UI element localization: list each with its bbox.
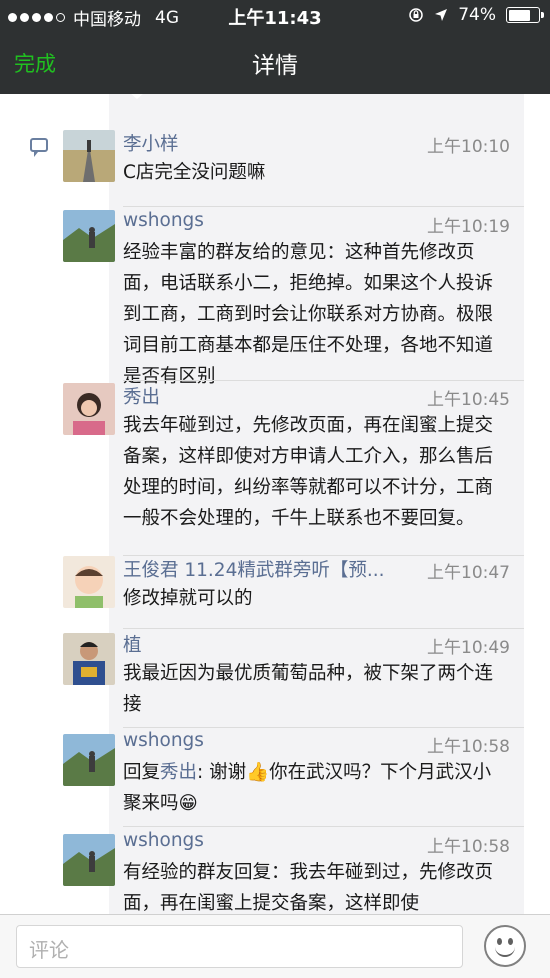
comment-text: 有经验的群友回复：我去年碰到过，先修改页面，再在闺蜜上提交备案，这样即使 [123,862,494,914]
comment-item[interactable]: wshongs 上午10:58 有经验的群友回复：我去年碰到过，先修改页面，再在… [63,830,524,914]
avatar[interactable] [63,130,115,182]
comment-input[interactable]: 评论 [16,925,463,968]
comment-text: 回复秀出: 谢谢👍你在武汉吗？下个月武汉小聚来吗😁 [123,757,503,819]
reply-prefix: 回复 [123,762,161,783]
comment-time: 上午10:10 [427,137,510,157]
comment-item[interactable]: wshongs 上午10:19 经验丰富的群友给的意见：这种首先修改页面，电话联… [63,210,524,387]
comment-divider [123,380,524,381]
comment-text: C店完全没问题嘛 [123,162,266,183]
battery-icon [506,7,544,23]
emoji-smile-icon[interactable] [484,925,526,967]
status-bar: 中国移动 4G 上午11:43 74% [0,0,550,30]
battery-fill [508,9,530,21]
comment-text: 我去年碰到过，先修改页面，再在闺蜜上提交备案，这样即使对方申请人工介入，那么售后… [123,415,494,529]
comment-divider [123,727,524,728]
avatar[interactable] [63,556,115,608]
comment-text: 修改掉就可以的 [123,588,253,609]
avatar[interactable] [63,383,115,435]
rotation-lock-icon [409,8,423,22]
avatar[interactable] [63,633,115,685]
nav-bar: 完成 详情 [0,30,550,94]
comment-divider [123,206,524,207]
comment-text: 我最近因为最优质葡萄品种，被下架了两个连接 [123,663,494,715]
comment-bar: 评论 [0,914,550,978]
status-right: 74% [408,5,544,25]
comments-area[interactable]: 李小样 上午10:10 C店完全没问题嘛 wshongs 上午10:19 经验丰… [0,94,550,914]
comment-time: 上午10:19 [427,217,510,237]
comment-author[interactable]: 秀出 [123,383,160,409]
comment-text: 经验丰富的群友给的意见：这种首先修改页面，电话联系小二，拒绝掉。如果这个人投诉到… [123,242,494,387]
reply-to-user[interactable]: 秀出 [160,762,197,783]
comment-author[interactable]: 李小样 [123,130,179,156]
comment-item[interactable]: wshongs 上午10:58 回复秀出: 谢谢👍你在武汉吗？下个月武汉小聚来吗… [63,730,524,830]
comment-author[interactable]: wshongs [123,210,204,231]
comment-author[interactable]: 植 [123,631,142,657]
comment-author[interactable]: 王俊君 11.24精武群旁听【预... [123,556,385,582]
page-title: 详情 [252,53,298,79]
comment-time: 上午10:58 [427,837,510,857]
avatar[interactable] [63,834,115,886]
comment-bubble-icon [30,138,48,157]
battery-percent: 74% [458,5,496,25]
comment-item[interactable]: 王俊君 11.24精武群旁听【预... 上午10:47 修改掉就可以的 [63,556,524,632]
location-arrow-icon [435,9,448,21]
comment-author[interactable]: wshongs [123,730,204,751]
comment-time: 上午10:58 [427,737,510,757]
comment-time: 上午10:45 [427,390,510,410]
comment-divider [123,826,524,827]
comment-divider [123,628,524,629]
comment-item[interactable]: 植 上午10:49 我最近因为最优质葡萄品种，被下架了两个连接 [63,631,524,731]
comment-author[interactable]: wshongs [123,830,204,851]
avatar[interactable] [63,734,115,786]
comment-item[interactable]: 李小样 上午10:10 C店完全没问题嘛 [63,130,524,210]
comment-time: 上午10:47 [427,563,510,583]
panel-caret [130,94,144,99]
comment-time: 上午10:49 [427,638,510,658]
comment-item[interactable]: 秀出 上午10:45 我去年碰到过，先修改页面，再在闺蜜上提交备案，这样即使对方… [63,383,524,556]
avatar[interactable] [63,210,115,262]
